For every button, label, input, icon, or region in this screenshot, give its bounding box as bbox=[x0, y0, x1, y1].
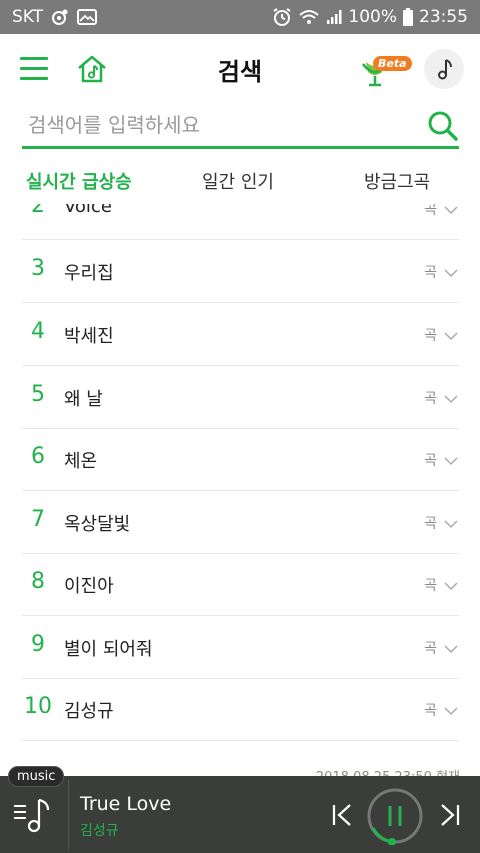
list-item[interactable]: 9 별이 되어줘 곡 bbox=[22, 616, 459, 679]
notification-icon bbox=[51, 8, 69, 26]
music-tag: music bbox=[8, 766, 65, 787]
wifi-icon bbox=[298, 8, 320, 26]
chevron-down-icon[interactable] bbox=[443, 264, 459, 278]
now-playing-artist[interactable]: 김성규 bbox=[80, 820, 119, 840]
item-type: 곡 bbox=[424, 265, 437, 281]
battery-percent: 100% bbox=[348, 7, 397, 27]
list-item[interactable]: 4 박세진 곡 bbox=[22, 303, 459, 366]
item-name: 우리집 bbox=[64, 263, 114, 284]
chevron-down-icon[interactable] bbox=[443, 452, 459, 466]
item-name: 체온 bbox=[64, 451, 98, 472]
next-track-icon[interactable] bbox=[436, 802, 462, 828]
tab-realtime-rising[interactable]: 실시간 급상승 bbox=[26, 168, 132, 194]
chevron-down-icon[interactable] bbox=[443, 204, 459, 215]
rank-number: 2 bbox=[31, 204, 45, 218]
chevron-down-icon[interactable] bbox=[443, 327, 459, 341]
item-type: 곡 bbox=[424, 328, 437, 344]
tab-just-that-song[interactable]: 방금그곡 bbox=[364, 168, 430, 194]
list-item[interactable]: 3 우리집 곡 bbox=[22, 240, 459, 303]
clock: 23:55 bbox=[419, 7, 468, 27]
music-note-icon[interactable] bbox=[424, 49, 464, 89]
menu-icon[interactable] bbox=[20, 57, 48, 81]
list-item[interactable]: 7 옥상달빛 곡 bbox=[22, 491, 459, 554]
chevron-down-icon[interactable] bbox=[443, 640, 459, 654]
pause-button[interactable] bbox=[366, 787, 424, 846]
previous-track-icon[interactable] bbox=[330, 802, 356, 828]
rank-number: 8 bbox=[31, 569, 45, 594]
item-type: 곡 bbox=[424, 703, 437, 719]
item-name: 이진아 bbox=[64, 576, 114, 597]
signal-icon bbox=[326, 9, 342, 25]
rank-number: 7 bbox=[31, 507, 45, 532]
chart-tabs: 실시간 급상승 일간 인기 방금그곡 bbox=[0, 160, 480, 200]
search-bar bbox=[22, 104, 459, 149]
rank-number: 4 bbox=[31, 319, 45, 344]
playlist-icon[interactable] bbox=[12, 796, 56, 836]
battery-icon bbox=[403, 8, 413, 26]
image-icon bbox=[77, 9, 98, 25]
item-type: 곡 bbox=[424, 204, 437, 218]
chevron-down-icon[interactable] bbox=[443, 577, 459, 591]
list-item[interactable]: 6 체온 곡 bbox=[22, 428, 459, 491]
item-name: Voice bbox=[64, 204, 112, 217]
list-item[interactable]: 8 이진아 곡 bbox=[22, 553, 459, 616]
alarm-icon bbox=[272, 7, 292, 27]
beta-badge: Beta bbox=[373, 56, 412, 71]
list-item[interactable]: 10 김성규 곡 bbox=[22, 678, 459, 741]
rank-number: 9 bbox=[31, 632, 45, 657]
divider bbox=[68, 780, 69, 850]
search-input[interactable] bbox=[28, 110, 418, 140]
rank-number: 10 bbox=[24, 694, 52, 719]
rank-number: 6 bbox=[31, 444, 45, 469]
list-item[interactable]: 5 왜 날 곡 bbox=[22, 366, 459, 429]
rank-number: 3 bbox=[31, 256, 45, 281]
home-icon[interactable] bbox=[75, 52, 109, 86]
item-type: 곡 bbox=[424, 516, 437, 532]
search-icon[interactable] bbox=[427, 110, 459, 142]
item-name: 옥상달빛 bbox=[64, 514, 131, 535]
item-name: 별이 되어줘 bbox=[64, 639, 153, 660]
chevron-down-icon[interactable] bbox=[443, 702, 459, 716]
tab-daily-popular[interactable]: 일간 인기 bbox=[202, 168, 274, 194]
status-bar: SKT 100% 23:55 bbox=[0, 0, 480, 34]
now-playing-title[interactable]: True Love bbox=[80, 793, 171, 815]
ranking-list: 2 Voice 곡 3 우리집 곡 4 박세진 곡 5 왜 날 곡 6 체온 곡… bbox=[0, 204, 480, 774]
item-type: 곡 bbox=[424, 641, 437, 657]
item-type: 곡 bbox=[424, 578, 437, 594]
item-name: 왜 날 bbox=[64, 389, 103, 410]
item-name: 김성규 bbox=[64, 701, 114, 722]
item-type: 곡 bbox=[424, 391, 437, 407]
chevron-down-icon[interactable] bbox=[443, 390, 459, 404]
item-type: 곡 bbox=[424, 453, 437, 469]
item-name: 박세진 bbox=[64, 326, 114, 347]
list-item[interactable]: 2 Voice 곡 bbox=[22, 204, 459, 240]
carrier-label: SKT bbox=[12, 7, 44, 27]
rank-number: 5 bbox=[31, 382, 45, 407]
chevron-down-icon[interactable] bbox=[443, 515, 459, 529]
